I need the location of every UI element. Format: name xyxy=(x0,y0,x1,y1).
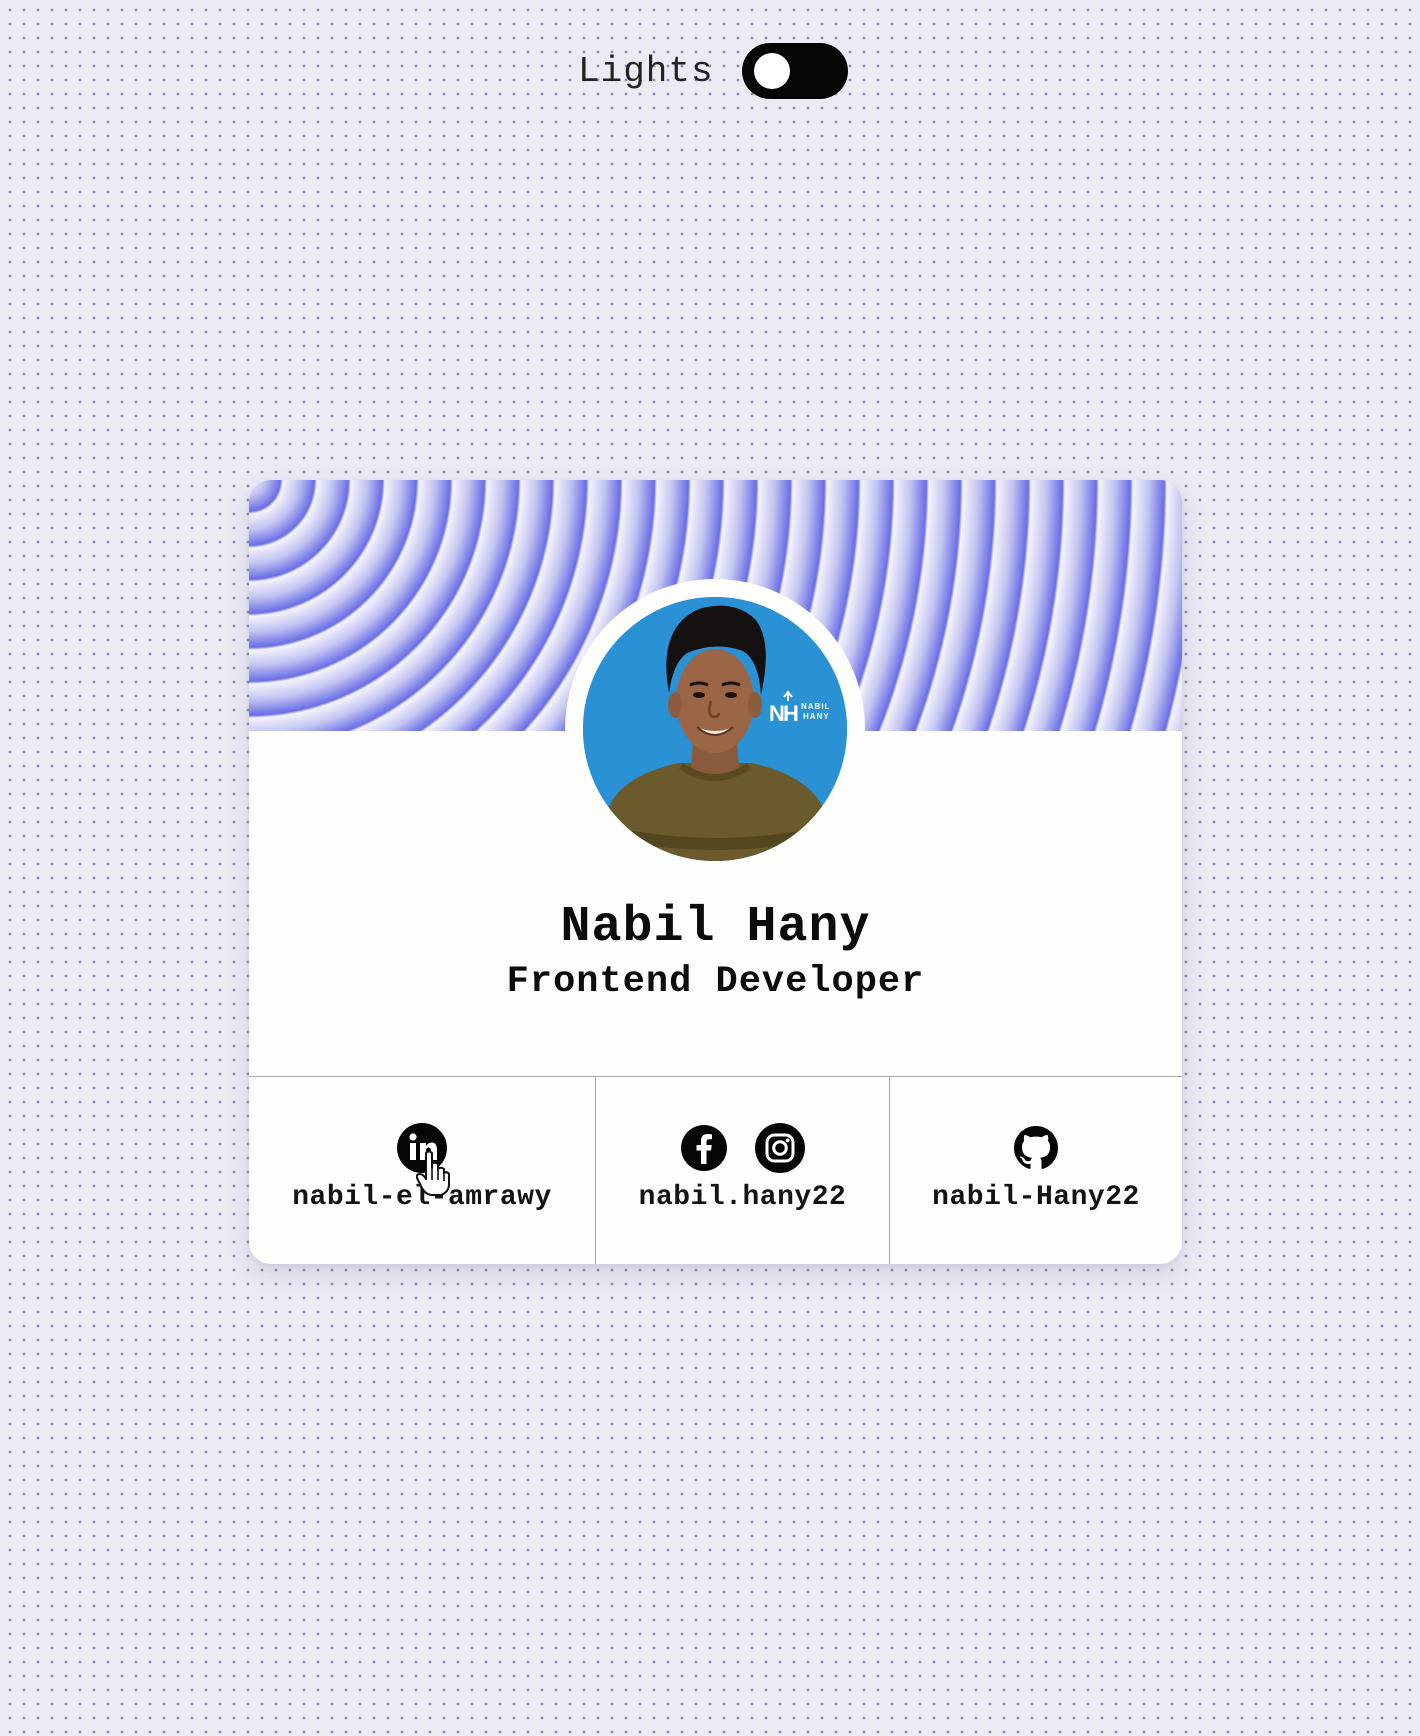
avatar-badge-line2: HANY xyxy=(803,712,830,721)
linkedin-handle: nabil-el-amrawy xyxy=(292,1182,552,1213)
lights-toggle[interactable] xyxy=(741,43,848,99)
github-link[interactable]: nabil-Hany22 xyxy=(889,1077,1182,1264)
github-handle: nabil-Hany22 xyxy=(932,1182,1140,1213)
profile-title: Frontend Developer xyxy=(506,961,925,1003)
lights-label: Lights xyxy=(578,50,714,92)
icons-row xyxy=(890,1121,1182,1175)
lights-control: Lights xyxy=(578,42,848,100)
icons-row xyxy=(249,1121,595,1175)
instagram-icon[interactable] xyxy=(754,1122,806,1174)
profile-card: N H NABIL HANY Nabil Hany Frontend Devel… xyxy=(249,480,1182,1264)
avatar-badge-line1: NABIL xyxy=(801,702,830,711)
linkedin-link[interactable]: nabil-el-amrawy xyxy=(249,1077,595,1264)
toggle-knob xyxy=(753,53,790,89)
avatar-photo: N H NABIL HANY xyxy=(583,597,847,861)
avatar: N H NABIL HANY xyxy=(583,597,847,861)
social-links: nabil-el-amrawy nabil.hany22 nabil-Hany2… xyxy=(249,1076,1182,1264)
facebook-icon[interactable] xyxy=(680,1124,728,1172)
github-icon[interactable] xyxy=(1014,1126,1058,1170)
profile-name: Nabil Hany xyxy=(560,899,871,956)
icons-row xyxy=(596,1121,889,1175)
linkedin-icon[interactable] xyxy=(396,1122,448,1174)
facebook-instagram-handle: nabil.hany22 xyxy=(638,1182,847,1213)
svg-text:H: H xyxy=(783,701,799,726)
facebook-instagram-link[interactable]: nabil.hany22 xyxy=(595,1077,889,1264)
